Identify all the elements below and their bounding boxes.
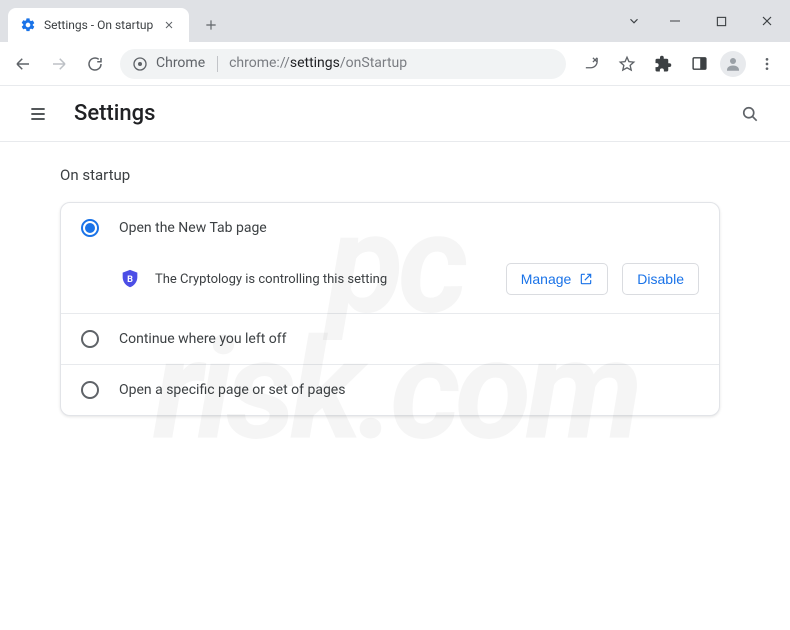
address-bar[interactable]: Chrome chrome://settings/onStartup [120, 49, 566, 79]
startup-option-continue[interactable]: Continue where you left off [61, 313, 719, 364]
extension-notice: B The Cryptology is controlling this set… [61, 253, 719, 313]
disable-button[interactable]: Disable [622, 263, 699, 295]
side-panel-icon[interactable] [682, 47, 716, 81]
startup-option-new-tab[interactable]: Open the New Tab page [61, 203, 719, 253]
share-icon[interactable] [574, 47, 608, 81]
close-window-button[interactable] [744, 0, 790, 42]
forward-button[interactable] [42, 47, 76, 81]
minimize-button[interactable] [652, 0, 698, 42]
manage-button[interactable]: Manage [506, 263, 609, 295]
settings-header: Settings [0, 86, 790, 142]
titlebar: Settings - On startup [0, 0, 790, 42]
extensions-puzzle-icon[interactable] [646, 47, 680, 81]
radio-unselected-icon [81, 330, 99, 348]
radio-label: Open a specific page or set of pages [119, 382, 345, 398]
browser-tab[interactable]: Settings - On startup [8, 8, 189, 42]
extension-notice-text: The Cryptology is controlling this setti… [155, 272, 492, 287]
site-info-icon[interactable] [132, 56, 148, 72]
radio-unselected-icon [81, 381, 99, 399]
svg-text:B: B [127, 275, 133, 285]
tab-search-chevron-icon[interactable] [616, 14, 652, 28]
tab-title: Settings - On startup [44, 18, 153, 32]
address-text: Chrome chrome://settings/onStartup [156, 55, 554, 71]
profile-avatar[interactable] [720, 51, 746, 77]
radio-label: Continue where you left off [119, 331, 287, 347]
bookmark-star-icon[interactable] [610, 47, 644, 81]
browser-toolbar: Chrome chrome://settings/onStartup [0, 42, 790, 86]
radio-label: Open the New Tab page [119, 220, 267, 236]
reload-button[interactable] [78, 47, 112, 81]
page-title: Settings [74, 101, 155, 126]
hamburger-menu-icon[interactable] [20, 96, 56, 132]
close-tab-icon[interactable] [161, 17, 177, 33]
startup-option-specific-pages[interactable]: Open a specific page or set of pages [61, 364, 719, 415]
window-controls [616, 0, 790, 42]
back-button[interactable] [6, 47, 40, 81]
section-title: On startup [60, 166, 772, 184]
open-external-icon [579, 272, 593, 286]
startup-card: Open the New Tab page B The Cryptology i… [60, 202, 720, 416]
new-tab-button[interactable] [197, 11, 225, 39]
browser-menu-icon[interactable] [750, 47, 784, 81]
settings-gear-icon [20, 17, 36, 33]
tab-strip: Settings - On startup [0, 0, 616, 42]
settings-content: On startup Open the New Tab page B The C… [0, 142, 790, 416]
search-settings-icon[interactable] [730, 94, 770, 134]
radio-selected-icon [81, 219, 99, 237]
extension-shield-icon: B [119, 268, 141, 290]
maximize-button[interactable] [698, 0, 744, 42]
